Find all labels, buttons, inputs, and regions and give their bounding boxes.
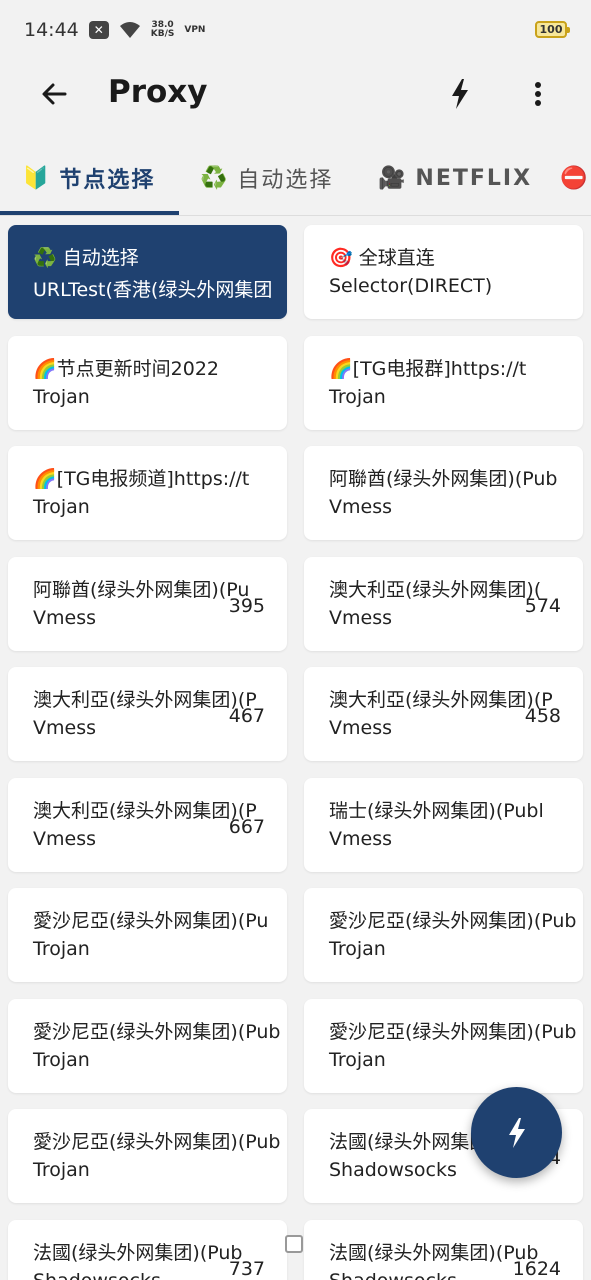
proxy-card[interactable]: 法國(绿头外网集团)(PubShadowsocks737	[8, 1219, 287, 1280]
tab-netflix[interactable]: 🎥 NETFLIX	[378, 140, 532, 216]
proxy-card[interactable]: 愛沙尼亞(绿头外网集团)(Pub Trojan	[8, 1109, 287, 1203]
proxy-type: Trojan	[33, 1159, 90, 1181]
proxy-type: Trojan	[33, 1048, 90, 1071]
group-tabs: 🔰 节点选择 ♻️ 自动选择 🎥 NETFLIX ⛔	[0, 140, 591, 216]
page-title: Proxy	[108, 74, 208, 110]
vpn-icon: VPN	[184, 25, 205, 35]
battery-level: 100	[539, 23, 563, 36]
proxy-card[interactable]: 法國(绿头外网集团)(PubShadowsocks1624	[304, 1219, 583, 1280]
proxy-type: Trojan	[33, 938, 90, 960]
notification-icon: ✕	[88, 21, 109, 39]
proxy-card[interactable]: 愛沙尼亞(绿头外网集团)(Pub Trojan	[304, 888, 583, 982]
status-bar: 14:44 ✕ 38.0 KB/S VPN 100	[0, 0, 591, 60]
proxy-type: Shadowsocks	[33, 1270, 161, 1280]
proxy-delay: 467	[228, 705, 265, 727]
tab-auto-select[interactable]: ♻️ 自动选择	[200, 140, 333, 216]
lightning-bolt-icon	[452, 79, 468, 109]
net-speed: 38.0 KB/S	[151, 21, 175, 39]
proxy-delay: 1624	[512, 1257, 561, 1280]
proxy-type: Vmess	[329, 717, 392, 739]
proxy-type: Shadowsocks	[329, 1159, 457, 1181]
proxy-name: 愛沙尼亞(绿头外网集团)(Pu	[33, 910, 269, 932]
test-all-fab[interactable]	[471, 1087, 562, 1178]
proxy-type: Vmess	[329, 606, 392, 629]
proxy-type: Trojan	[33, 496, 90, 518]
proxy-card[interactable]: 愛沙尼亞(绿头外网集团)(Pub Trojan	[8, 998, 287, 1093]
proxy-name: 🎯 全球直连	[329, 247, 435, 269]
arrow-left-icon	[42, 83, 67, 105]
proxy-name: ♻️ 自动选择	[33, 247, 139, 269]
more-options-button[interactable]	[518, 74, 558, 114]
proxy-name: 🌈[TG电报群]https://t	[329, 357, 527, 380]
proxy-card[interactable]: 愛沙尼亞(绿头外网集团)(Pub Trojan	[304, 998, 583, 1093]
proxy-card[interactable]: 🌈[TG电报群]https://t Trojan	[304, 335, 583, 430]
proxy-delay: 737	[228, 1257, 265, 1280]
proxy-type: Trojan	[329, 938, 386, 960]
lightning-bolt-icon	[508, 1117, 525, 1148]
proxy-name: 🌈[TG电报频道]https://t	[33, 468, 250, 490]
proxy-name: 愛沙尼亞(绿头外网集团)(Pub	[329, 1020, 577, 1043]
proxy-card[interactable]: 🌈[TG电报频道]https://t Trojan	[8, 446, 287, 540]
net-speed-unit: KB/S	[150, 29, 175, 39]
proxy-name: 愛沙尼亞(绿头外网集团)(Pub	[329, 910, 577, 932]
proxy-type: URLTest(香港(绿头外网集团	[33, 279, 273, 301]
back-button[interactable]	[34, 74, 74, 114]
status-time: 14:44	[24, 19, 79, 41]
proxy-name: 🌈节点更新时间2022	[33, 357, 220, 380]
proxy-card[interactable]: 澳大利亞(绿头外网集团)(P Vmess 458	[304, 667, 583, 761]
tab-label: NETFLIX	[415, 165, 533, 191]
battery-icon: 100	[535, 21, 570, 38]
proxy-name: 愛沙尼亞(绿头外网集团)(Pub	[33, 1131, 281, 1153]
proxy-card[interactable]: 🌈节点更新时间2022 Trojan	[8, 335, 287, 430]
movie-camera-icon: 🎥	[378, 165, 408, 191]
tab-node-select[interactable]: 🔰 节点选择	[22, 140, 155, 216]
test-delay-button[interactable]	[440, 74, 480, 114]
proxy-card[interactable]: 阿聯酋(绿头外网集团)(Pub Vmess	[304, 446, 583, 540]
beginner-icon: 🔰	[22, 165, 52, 191]
no-entry-icon: ⛔	[560, 165, 590, 191]
proxy-type: Vmess	[329, 496, 392, 518]
proxy-name: 瑞士(绿头外网集团)(Publ	[329, 799, 544, 822]
vpn-label: VPN	[184, 25, 206, 35]
proxy-type: Vmess	[33, 717, 96, 739]
proxy-type: Trojan	[33, 385, 90, 408]
proxy-delay: 574	[524, 594, 561, 617]
proxy-type: Vmess	[33, 606, 96, 629]
proxy-delay: 458	[524, 705, 561, 727]
proxy-type: Trojan	[329, 1048, 386, 1071]
proxy-card[interactable]: 澳大利亞(绿头外网集团)(P Vmess 467	[8, 667, 287, 761]
tab-divider	[0, 215, 591, 216]
proxy-card[interactable]: 澳大利亞(绿头外网集团)(P Vmess 667	[8, 777, 287, 872]
proxy-type: Trojan	[329, 385, 386, 408]
proxy-name: 阿聯酋(绿头外网集团)(Pub	[329, 468, 558, 490]
more-vertical-icon	[535, 82, 541, 106]
proxy-type: Shadowsocks	[329, 1270, 457, 1280]
proxy-delay: 667	[228, 815, 265, 838]
checkbox-icon[interactable]	[285, 1235, 303, 1253]
proxy-delay: 395	[228, 594, 265, 617]
proxy-card[interactable]: 🎯 全球直连 Selector(DIRECT)	[304, 225, 583, 319]
proxy-card[interactable]: 愛沙尼亞(绿头外网集团)(Pu Trojan	[8, 888, 287, 982]
proxy-name: 愛沙尼亞(绿头外网集团)(Pub	[33, 1020, 281, 1043]
wifi-icon	[119, 21, 141, 39]
tab-label: 节点选择	[59, 168, 156, 193]
proxy-type: Selector(DIRECT)	[329, 275, 493, 297]
recycle-icon: ♻️	[200, 165, 230, 191]
proxy-card[interactable]: 澳大利亞(绿头外网集团)(Vmess 574	[304, 556, 583, 651]
proxy-type: Vmess	[329, 827, 392, 850]
tab-label: 自动选择	[237, 168, 334, 193]
proxy-card[interactable]: 瑞士(绿头外网集团)(Publ Vmess	[304, 777, 583, 872]
proxy-type: Vmess	[33, 827, 96, 850]
proxy-card[interactable]: 阿聯酋(绿头外网集团)(Pu Vmess 395	[8, 556, 287, 651]
app-bar: Proxy	[0, 60, 591, 130]
tab-blocked[interactable]: ⛔	[560, 140, 589, 216]
proxy-card[interactable]: ♻️ 自动选择 URLTest(香港(绿头外网集团	[8, 225, 287, 319]
